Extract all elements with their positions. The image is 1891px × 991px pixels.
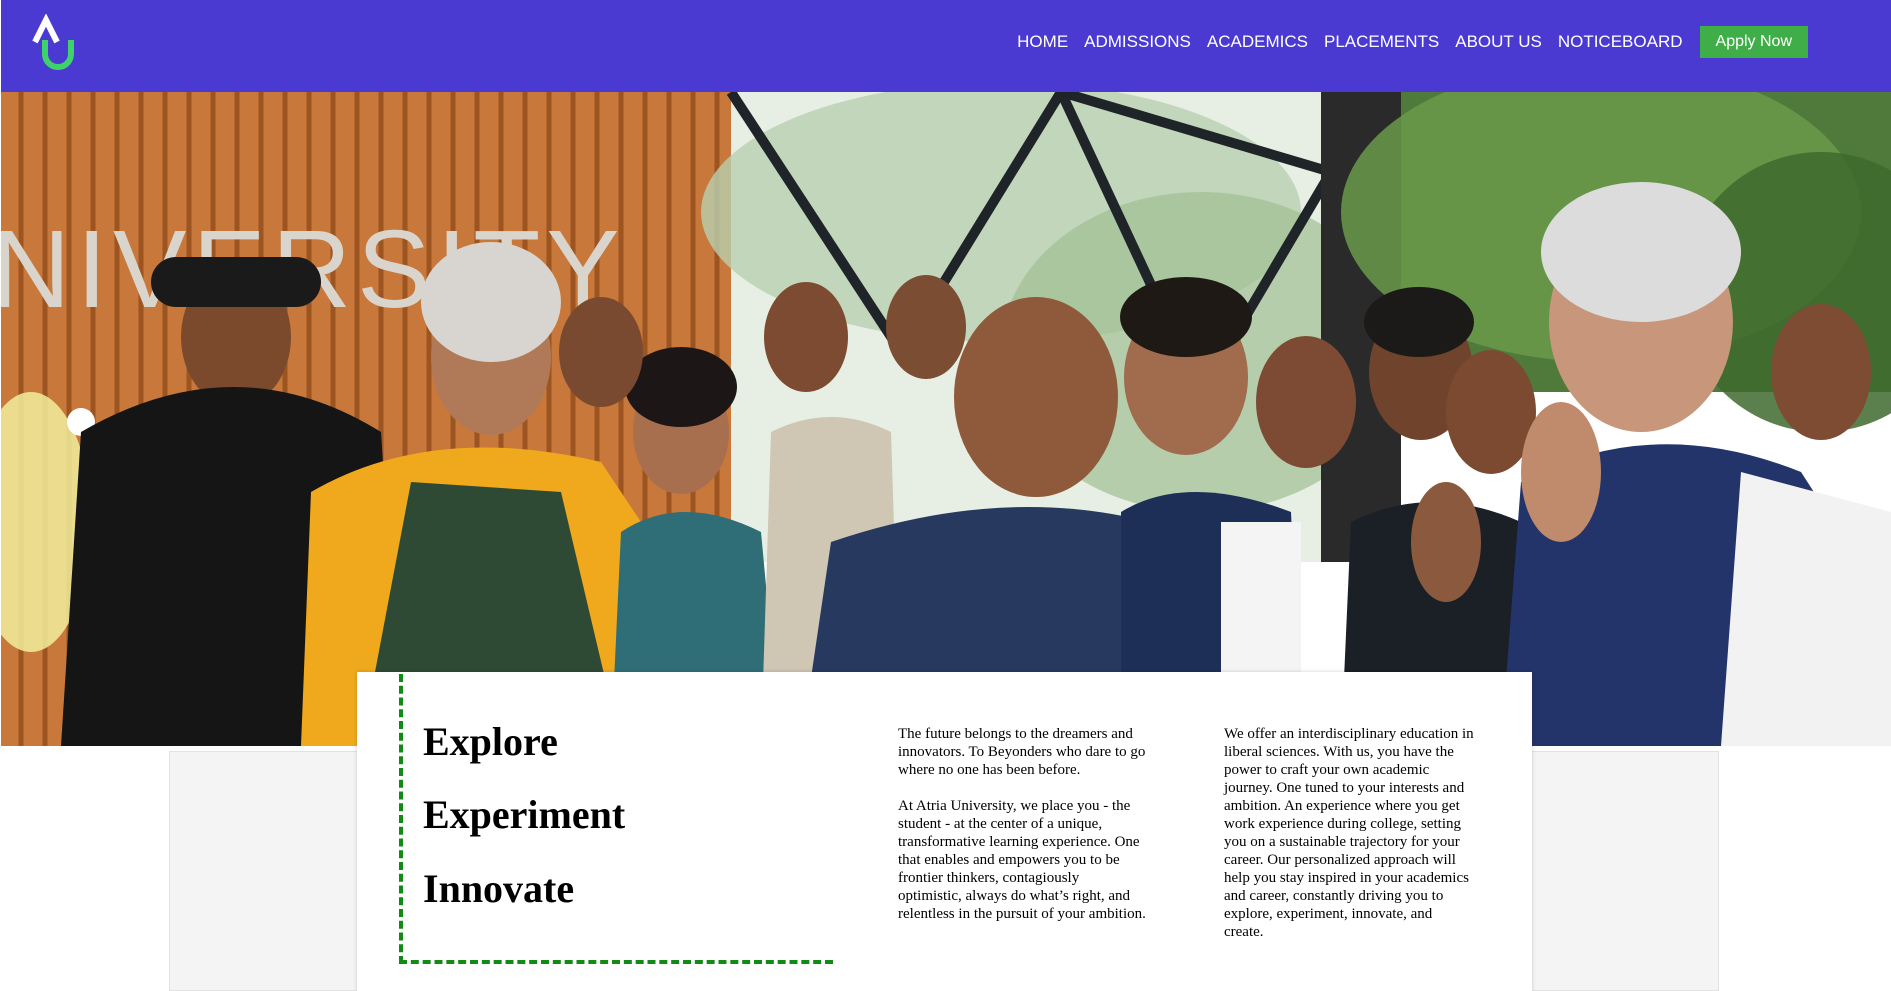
intro-column-1: The future belongs to the dreamers and i…: [898, 725, 1146, 941]
motto-box: Explore Experiment Innovate: [399, 674, 833, 964]
hero-image: NIVERSITY: [1, 92, 1891, 746]
nav-admissions[interactable]: ADMISSIONS: [1084, 32, 1191, 52]
nav-placements[interactable]: PLACEMENTS: [1324, 32, 1439, 52]
main-nav: HOME ADMISSIONS ACADEMICS PLACEMENTS ABO…: [1001, 26, 1808, 58]
intro-card: Explore Experiment Innovate The future b…: [357, 672, 1532, 991]
nav-noticeboard[interactable]: NOTICEBOARD: [1558, 32, 1683, 52]
atria-university-logo-icon[interactable]: [29, 14, 81, 70]
nav-academics[interactable]: ACADEMICS: [1207, 32, 1308, 52]
intro-paragraph: At Atria University, we place you - the …: [898, 798, 1146, 922]
site-header: HOME ADMISSIONS ACADEMICS PLACEMENTS ABO…: [1, 0, 1891, 92]
apply-now-button[interactable]: Apply Now: [1699, 26, 1808, 58]
hero-photo-illustration: NIVERSITY: [1, 92, 1891, 746]
motto-experiment: Experiment: [423, 792, 626, 837]
intro-column-2: We offer an interdisciplinary education …: [1224, 725, 1474, 959]
intro-paragraph: The future belongs to the dreamers and i…: [898, 726, 1146, 778]
motto-explore: Explore: [423, 719, 558, 764]
nav-home[interactable]: HOME: [1017, 32, 1068, 52]
intro-paragraph: We offer an interdisciplinary education …: [1224, 726, 1474, 940]
nav-about-us[interactable]: ABOUT US: [1455, 32, 1542, 52]
motto-innovate: Innovate: [423, 866, 575, 911]
